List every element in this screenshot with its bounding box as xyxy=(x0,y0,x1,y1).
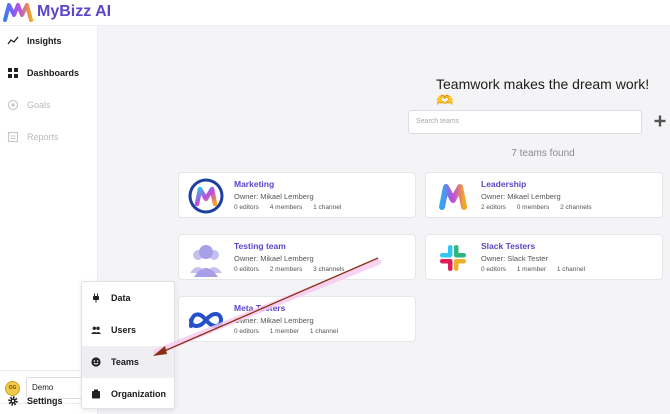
menu-item-data[interactable]: Data xyxy=(82,282,174,314)
team-members: 4 members xyxy=(269,204,303,211)
team-members: 1 member xyxy=(516,266,547,273)
menu-item-teams[interactable]: Teams xyxy=(82,346,174,378)
team-editors: 0 editors xyxy=(234,266,259,273)
team-card-testing-team[interactable]: Testing team Owner: Mikael Lemberg 0 edi… xyxy=(178,234,416,280)
menu-item-label: Data xyxy=(111,293,131,303)
team-card-leadership[interactable]: Leadership Owner: Mikael Lemberg 2 edito… xyxy=(425,172,663,218)
mybizz-logo-icon xyxy=(439,184,467,210)
team-editors: 2 editors xyxy=(481,204,506,211)
team-editors: 0 editors xyxy=(481,266,506,273)
slack-icon xyxy=(440,245,466,271)
team-stats: 0 editors 1 member 1 channel xyxy=(481,266,594,273)
top-bar: MyBizz AI xyxy=(0,0,670,26)
team-owner: Owner: Mikael Lemberg xyxy=(234,316,314,325)
team-name[interactable]: Meta Testers xyxy=(234,303,285,313)
team-stats: 0 editors 4 members 1 channel xyxy=(234,204,350,211)
sidebar-item-label: Reports xyxy=(27,132,59,142)
team-owner: Owner: Mikael Lemberg xyxy=(481,192,561,201)
menu-item-organization[interactable]: Organization xyxy=(82,378,174,410)
plug-icon xyxy=(93,293,99,303)
team-channels: 2 channels xyxy=(560,204,592,211)
sidebar-item-insights[interactable]: Insights xyxy=(0,28,98,54)
building-icon xyxy=(92,389,100,399)
team-channels: 1 channel xyxy=(313,204,342,211)
mybizz-logo-icon[interactable] xyxy=(3,2,33,22)
team-stats: 0 editors 1 member 1 channel xyxy=(234,328,347,335)
team-stats: 0 editors 2 members 3 channels xyxy=(234,266,354,273)
team-name[interactable]: Marketing xyxy=(234,179,274,189)
team-card-slack-testers[interactable]: Slack Testers Owner: Slack Tester 0 edit… xyxy=(425,234,663,280)
users-icon xyxy=(91,326,101,334)
report-icon xyxy=(7,131,19,143)
mybizz-circle-icon xyxy=(188,178,224,214)
team-owner: Owner: Mikael Lemberg xyxy=(234,192,314,201)
sidebar-item-dashboards[interactable]: Dashboards xyxy=(0,60,98,86)
smile-icon xyxy=(91,357,101,367)
sidebar-item-label: Insights xyxy=(27,36,62,46)
team-card-marketing[interactable]: Marketing Owner: Mikael Lemberg 0 editor… xyxy=(178,172,416,218)
team-name[interactable]: Leadership xyxy=(481,179,526,189)
menu-item-label: Teams xyxy=(111,357,139,367)
settings-menu: Data Users Teams Organization xyxy=(81,281,175,409)
team-members: 2 members xyxy=(269,266,303,273)
team-owner: Owner: Slack Tester xyxy=(481,254,548,263)
team-editors: 0 editors xyxy=(234,204,259,211)
menu-item-label: Users xyxy=(111,325,137,335)
teams-count: 7 teams found xyxy=(511,148,575,159)
team-name[interactable]: Testing team xyxy=(234,241,286,251)
grid-icon xyxy=(8,68,18,78)
sidebar-item-label: Dashboards xyxy=(27,68,80,78)
trend-icon xyxy=(7,36,19,45)
team-members: 1 member xyxy=(269,328,300,335)
menu-item-users[interactable]: Users xyxy=(82,314,174,346)
team-name[interactable]: Slack Testers xyxy=(481,241,535,251)
team-card-meta-testers[interactable]: Meta Testers Owner: Mikael Lemberg 0 edi… xyxy=(178,296,416,342)
sidebar-item-reports[interactable]: Reports xyxy=(0,124,98,150)
team-members: 0 members xyxy=(516,204,550,211)
people-icon xyxy=(190,245,222,277)
team-owner: Owner: Mikael Lemberg xyxy=(234,254,314,263)
sidebar-item-label: Goals xyxy=(27,100,51,110)
team-channels: 1 channel xyxy=(309,328,339,335)
team-channels: 3 channels xyxy=(313,266,345,273)
target-icon xyxy=(7,99,19,111)
gear-icon xyxy=(8,396,18,406)
add-team-button[interactable] xyxy=(653,114,667,128)
search-placeholder: Search teams xyxy=(416,118,460,125)
page-title: Teamwork makes the dream work! 🫶 xyxy=(436,76,650,108)
brand-name: MyBizz AI xyxy=(37,3,112,20)
sidebar-item-goals[interactable]: Goals xyxy=(0,92,98,118)
team-channels: 1 channel xyxy=(556,266,586,273)
team-stats: 2 editors 0 members 2 channels xyxy=(481,204,601,211)
meta-icon xyxy=(189,312,224,328)
search-input[interactable]: Search teams xyxy=(408,110,642,134)
team-editors: 0 editors xyxy=(234,328,259,335)
sidebar-item-label: Settings xyxy=(27,396,63,406)
menu-item-label: Organization xyxy=(111,389,167,399)
